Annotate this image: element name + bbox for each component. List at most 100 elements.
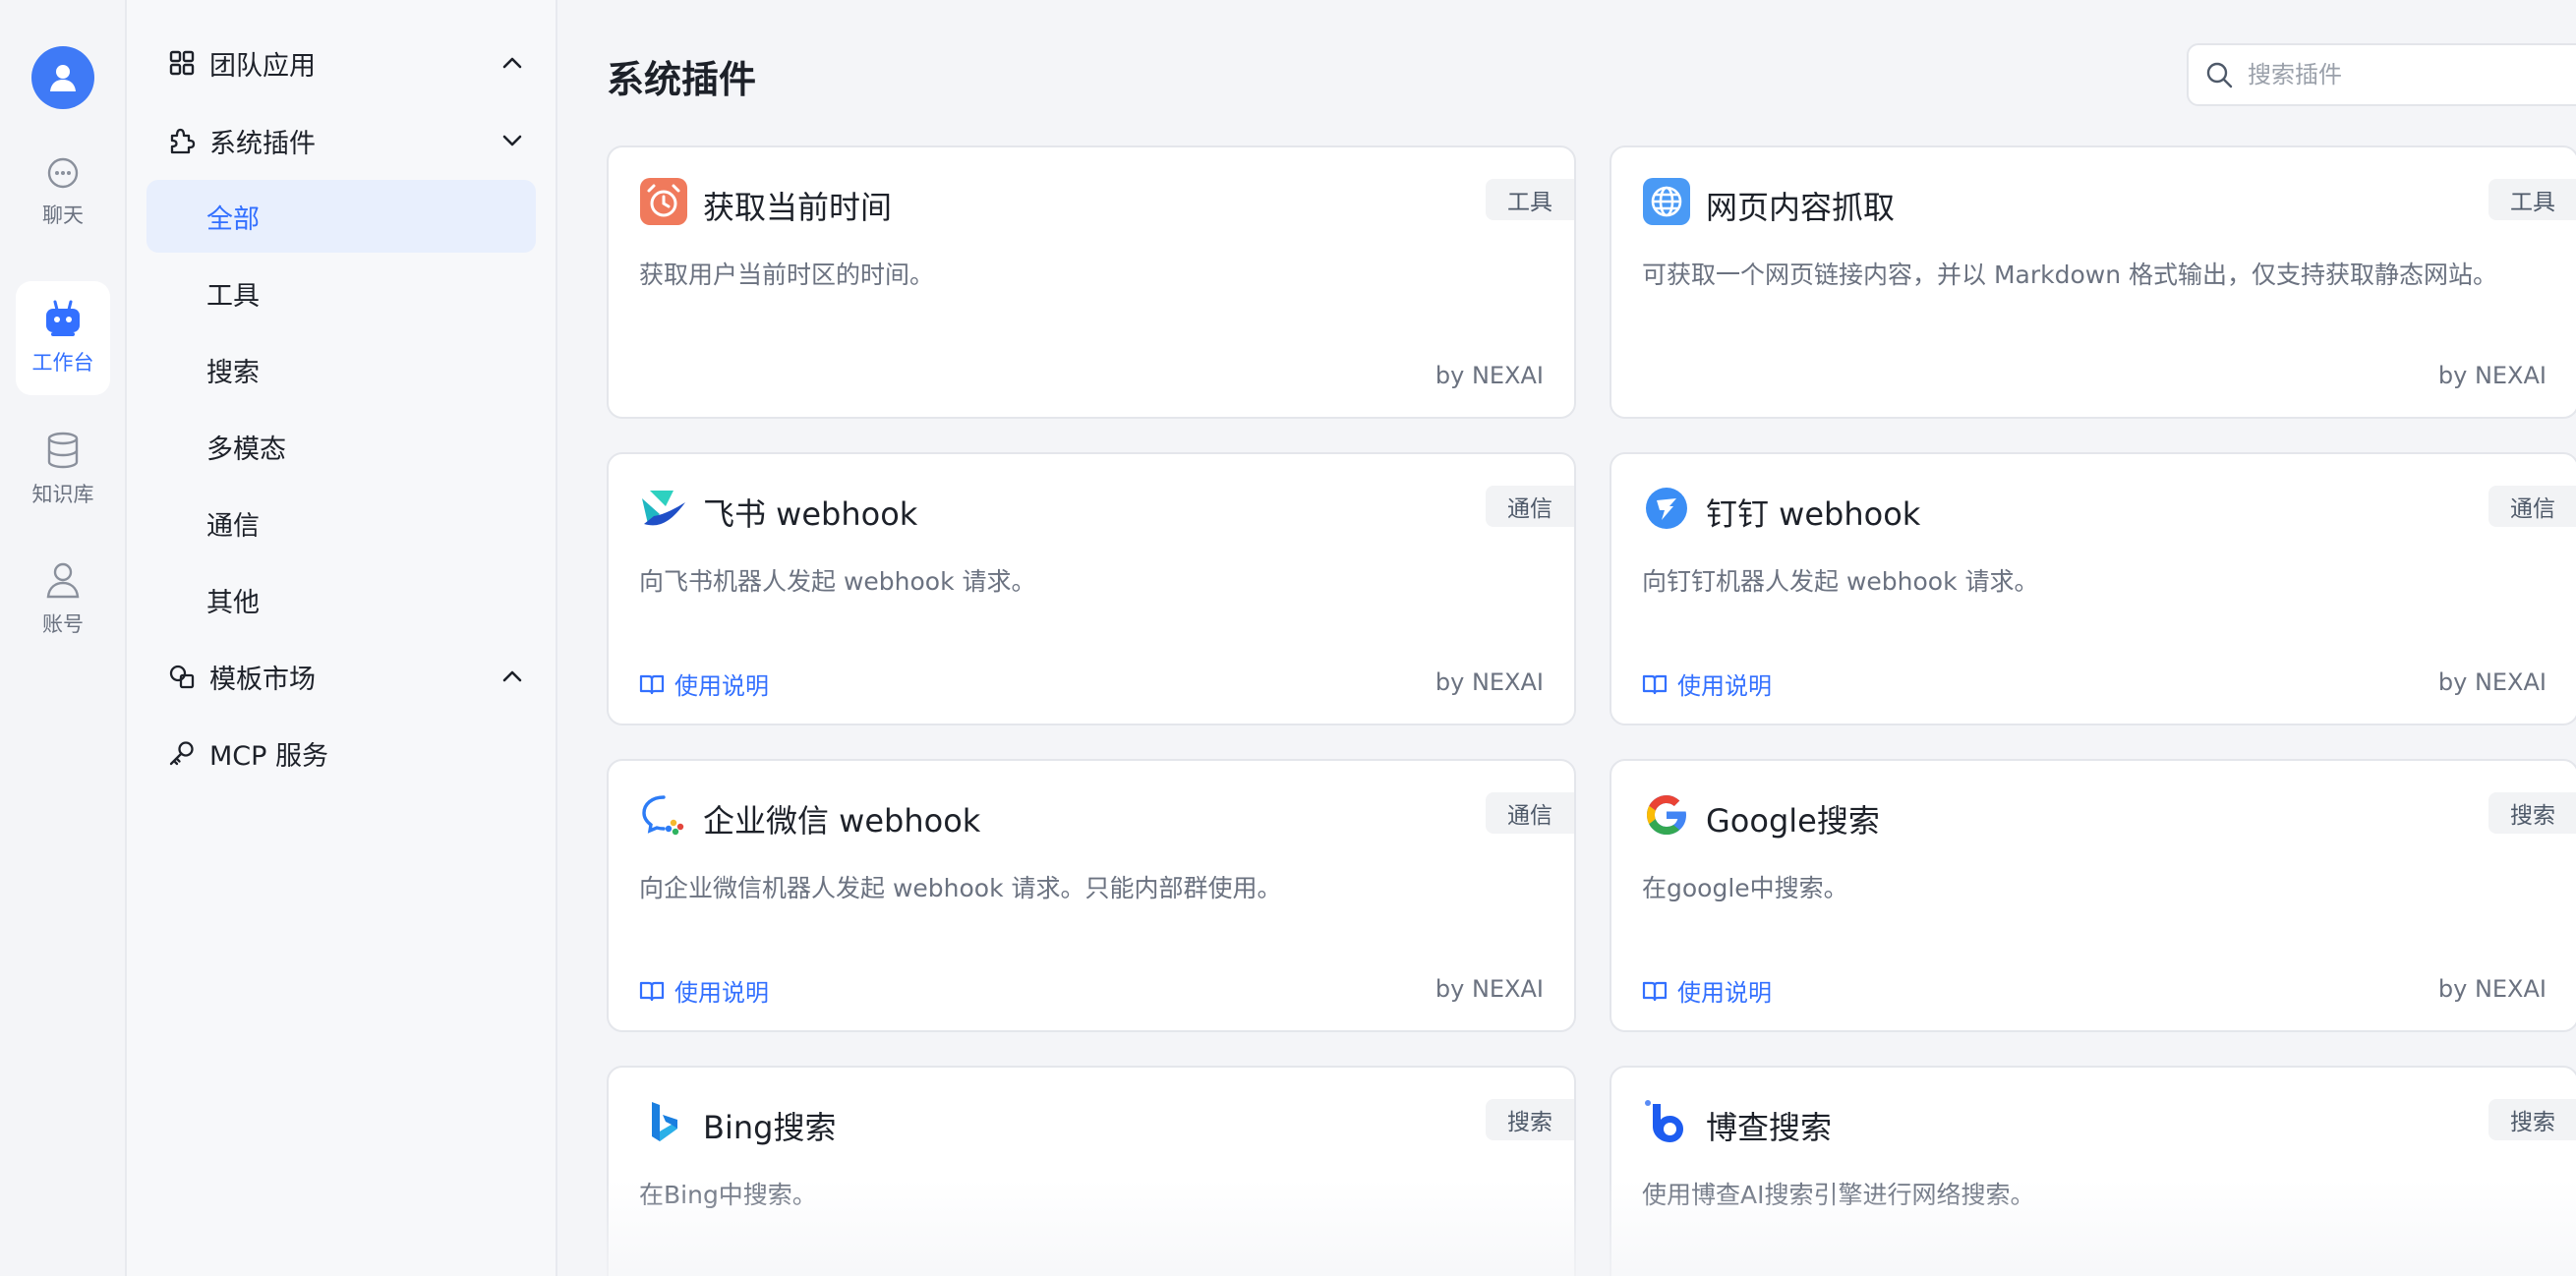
page-title: 系统插件: [607, 58, 757, 101]
bing-icon: [639, 1097, 688, 1146]
card-tag: 工具: [2488, 179, 2576, 220]
plugin-card-bocha-search[interactable]: 博查搜索 搜索 使用博查AI搜索引擎进行网络搜索。: [1610, 1066, 2576, 1276]
rail-label-knowledge: 知识库: [31, 483, 94, 506]
search-icon: [2206, 62, 2233, 88]
main-content: 系统插件 获取当前时间 工具 获取用户当前时区的时间。 by NEXAI: [557, 0, 2576, 1276]
card-description: 在Bing中搜索。: [639, 1181, 817, 1209]
book-icon: [1642, 674, 1668, 694]
card-description: 向钉钉机器人发起 webhook 请求。: [1642, 567, 2039, 596]
usage-guide-link[interactable]: 使用说明: [639, 973, 769, 1008]
bot-icon: [46, 300, 80, 336]
rail-label-account: 账号: [42, 612, 84, 636]
plugin-card-google-search[interactable]: Google搜索 搜索 在google中搜索。 使用说明 by NEXAI: [1610, 759, 2576, 1032]
puzzle-icon: [166, 125, 198, 156]
card-author: by NEXAI: [1434, 668, 1544, 696]
plugin-card-get-time[interactable]: 获取当前时间 工具 获取用户当前时区的时间。 by NEXAI: [607, 145, 1576, 419]
rail-item-workbench[interactable]: 工作台: [16, 281, 110, 395]
card-author: by NEXAI: [2437, 668, 2547, 696]
menu-group-template-market[interactable]: 模板市场: [146, 641, 540, 712]
card-tag: 工具: [1486, 179, 1574, 220]
rail-label-chat: 聊天: [42, 203, 84, 227]
plugin-card-bing-search[interactable]: Bing搜索 搜索 在Bing中搜索。: [607, 1066, 1576, 1276]
google-icon: [1642, 790, 1691, 840]
card-author: by NEXAI: [2437, 975, 2547, 1003]
menu-group-team-apps[interactable]: 团队应用: [146, 28, 540, 98]
menu-item-all[interactable]: 全部: [146, 180, 536, 253]
menu-label-mcp: MCP 服务: [209, 740, 329, 772]
plugin-card-feishu-webhook[interactable]: 飞书 webhook 通信 向飞书机器人发起 webhook 请求。 使用说明 …: [607, 452, 1576, 725]
rail-item-account[interactable]: 账号: [16, 543, 110, 657]
card-tag: 通信: [2488, 486, 2576, 527]
user-icon: [46, 562, 80, 599]
rail-label-workbench: 工作台: [31, 351, 94, 375]
menu-label-template-market: 模板市场: [209, 664, 316, 695]
chevron-up-icon: [502, 670, 522, 682]
menu-label-team-apps: 团队应用: [209, 50, 316, 82]
globe-icon: [1642, 177, 1691, 226]
usage-guide-link[interactable]: 使用说明: [1642, 667, 1772, 701]
card-author: by NEXAI: [1434, 362, 1544, 389]
feishu-icon: [639, 484, 688, 533]
book-icon: [1642, 981, 1668, 1001]
card-title: 飞书 webhook: [703, 495, 918, 533]
book-icon: [639, 981, 665, 1001]
usage-guide-link[interactable]: 使用说明: [639, 667, 769, 701]
usage-guide-link[interactable]: 使用说明: [1642, 973, 1772, 1008]
chevron-down-icon: [502, 135, 522, 146]
wecom-icon: [639, 790, 688, 840]
card-description: 向飞书机器人发起 webhook 请求。: [639, 567, 1036, 596]
menu-item-multimodal[interactable]: 多模态: [146, 410, 536, 483]
icon-rail: 聊天 工作台 知识库 账号: [0, 0, 127, 1276]
card-author: by NEXAI: [2437, 362, 2547, 389]
key-icon: [166, 737, 198, 769]
card-tag: 搜索: [2488, 1099, 2576, 1140]
menu-group-mcp[interactable]: MCP 服务: [146, 718, 540, 788]
search-input[interactable]: [2248, 61, 2562, 88]
menu-item-communication[interactable]: 通信: [146, 487, 536, 559]
card-tag: 通信: [1486, 486, 1574, 527]
user-avatar-icon: [50, 65, 76, 91]
card-tag: 通信: [1486, 792, 1574, 834]
card-description: 在google中搜索。: [1642, 874, 1848, 902]
usage-guide-label: 使用说明: [674, 672, 769, 700]
rail-item-knowledge[interactable]: 知识库: [16, 413, 110, 527]
usage-guide-label: 使用说明: [1677, 979, 1772, 1007]
search-box[interactable]: [2187, 43, 2576, 106]
card-author: by NEXAI: [1434, 975, 1544, 1003]
usage-guide-label: 使用说明: [1677, 672, 1772, 700]
chat-icon: [47, 157, 79, 189]
plugin-menu: 团队应用 系统插件 全部 工具 搜索 多模态 通信 其他 模板市场 MCP 服务: [127, 0, 557, 1276]
card-tag: 搜索: [2488, 792, 2576, 834]
menu-label-system-plugins: 系统插件: [209, 128, 316, 159]
menu-item-search[interactable]: 搜索: [146, 333, 536, 406]
menu-item-tools[interactable]: 工具: [146, 257, 536, 329]
database-icon: [47, 432, 79, 469]
shapes-icon: [166, 661, 198, 692]
book-icon: [639, 674, 665, 694]
plugin-card-dingtalk-webhook[interactable]: 钉钉 webhook 通信 向钉钉机器人发起 webhook 请求。 使用说明 …: [1610, 452, 2576, 725]
card-title: Bing搜索: [703, 1109, 837, 1146]
dingtalk-icon: [1642, 484, 1691, 533]
avatar[interactable]: [31, 46, 94, 109]
card-description: 可获取一个网页链接内容，并以 Markdown 格式输出，仅支持获取静态网站。: [1642, 261, 2497, 289]
plugin-card-wecom-webhook[interactable]: 企业微信 webhook 通信 向企业微信机器人发起 webhook 请求。只能…: [607, 759, 1576, 1032]
grid-icon: [166, 47, 198, 79]
alarm-clock-icon: [639, 177, 688, 226]
chevron-up-icon: [502, 57, 522, 69]
menu-group-system-plugins[interactable]: 系统插件: [146, 105, 540, 176]
bocha-icon: [1642, 1097, 1691, 1146]
rail-item-chat[interactable]: 聊天: [16, 136, 110, 250]
card-title: 获取当前时间: [703, 189, 893, 226]
card-title: 博查搜索: [1706, 1109, 1833, 1146]
plugin-card-web-scraper[interactable]: 网页内容抓取 工具 可获取一个网页链接内容，并以 Markdown 格式输出，仅…: [1610, 145, 2576, 419]
menu-item-other[interactable]: 其他: [146, 563, 536, 636]
usage-guide-label: 使用说明: [674, 979, 769, 1007]
card-tag: 搜索: [1486, 1099, 1574, 1140]
card-title: 网页内容抓取: [1706, 189, 1896, 226]
card-description: 向企业微信机器人发起 webhook 请求。只能内部群使用。: [639, 874, 1282, 902]
card-title: 钉钉 webhook: [1706, 495, 1921, 533]
card-description: 使用博查AI搜索引擎进行网络搜索。: [1642, 1181, 2035, 1209]
card-description: 获取用户当前时区的时间。: [639, 261, 935, 289]
card-title: Google搜索: [1706, 802, 1880, 840]
app-root: 聊天 工作台 知识库 账号 团队应用 系统插件 全部 工具 搜索 多模态 通信 …: [0, 0, 2576, 1276]
